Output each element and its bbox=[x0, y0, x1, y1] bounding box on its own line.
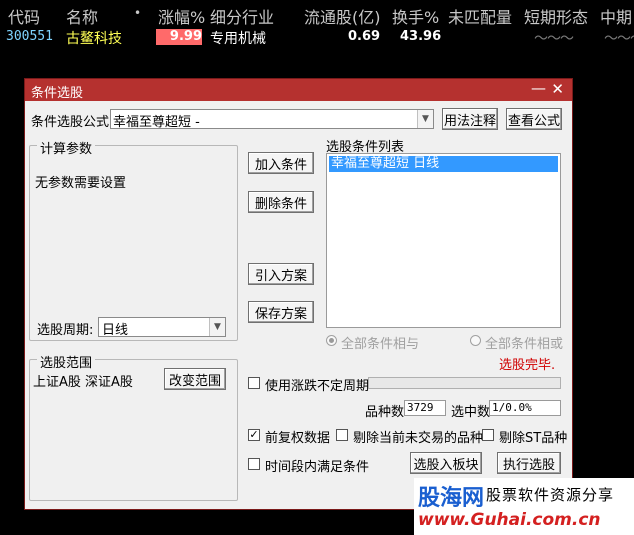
col-unmatched[interactable]: 未匹配量 bbox=[448, 4, 512, 28]
dialog-title-bar[interactable]: 条件选股 — ✕ bbox=[25, 79, 572, 101]
col-dot: • bbox=[134, 6, 142, 20]
add-to-board-button[interactable]: 选股入板块 bbox=[410, 452, 482, 474]
formula-value: 幸福至尊超短 - bbox=[113, 115, 200, 130]
stock-float-shares: 0.69 bbox=[348, 29, 381, 44]
stock-name: 古鳌科技 bbox=[66, 31, 122, 47]
status-text: 选股完毕. bbox=[499, 358, 556, 373]
stock-change: 9.99 bbox=[156, 29, 202, 45]
import-scheme-button[interactable]: 引入方案 bbox=[248, 263, 314, 285]
watermark-url: www.Guhai.com.cn bbox=[418, 510, 601, 530]
radio-all-or-label: 全部条件相或 bbox=[485, 337, 564, 352]
uncertain-period-checkbox[interactable] bbox=[248, 377, 260, 389]
stock-turnover: 43.96 bbox=[400, 29, 442, 44]
exclude-st-checkbox[interactable] bbox=[482, 429, 494, 441]
radio-all-and-label: 全部条件相与 bbox=[341, 337, 420, 352]
col-turnover[interactable]: 换手% bbox=[392, 4, 439, 28]
col-mid[interactable]: 中期 bbox=[600, 4, 632, 28]
formula-label: 条件选股公式 bbox=[31, 115, 110, 130]
view-formula-button[interactable]: 查看公式 bbox=[506, 108, 562, 130]
scope-text: 上证A股 深证A股 bbox=[33, 375, 133, 390]
watermark-logo: 股海网 股票软件资源分享 www.Guhai.com.cn bbox=[414, 478, 634, 535]
save-scheme-button[interactable]: 保存方案 bbox=[248, 301, 314, 323]
usage-notes-button[interactable]: 用法注释 bbox=[442, 108, 498, 130]
execute-screen-button[interactable]: 执行选股 bbox=[497, 452, 561, 474]
radio-all-or[interactable] bbox=[470, 335, 481, 346]
col-float-shares[interactable]: 流通股(亿) bbox=[304, 4, 381, 28]
scope-group-title: 选股范围 bbox=[37, 352, 96, 371]
watermark-brand: 股海网 bbox=[418, 486, 485, 511]
close-icon[interactable]: ✕ bbox=[551, 80, 564, 98]
condition-list[interactable]: 幸福至尊超短 日线 bbox=[326, 153, 561, 328]
col-short-pattern[interactable]: 短期形态 bbox=[524, 4, 588, 28]
formula-combo[interactable]: 幸福至尊超短 - ▼ bbox=[110, 109, 434, 130]
exclude-untraded-label: 剔除当前未交易的品种 bbox=[353, 431, 484, 446]
short-pattern-wave: 〜〜〜 bbox=[534, 31, 574, 47]
delete-condition-button[interactable]: 删除条件 bbox=[248, 191, 314, 213]
chevron-down-icon[interactable]: ▼ bbox=[209, 318, 225, 336]
params-text: 无参数需要设置 bbox=[35, 176, 127, 191]
pre-adjust-label: 前复权数据 bbox=[265, 431, 331, 446]
radio-all-and[interactable] bbox=[326, 335, 337, 346]
exclude-st-label: 剔除ST品种 bbox=[499, 431, 568, 446]
col-industry[interactable]: 细分行业 bbox=[210, 4, 274, 28]
variety-count-label: 品种数 bbox=[365, 405, 405, 420]
mid-pattern-wave: 〜〜〜 bbox=[604, 31, 634, 47]
stock-code: 300551 bbox=[6, 29, 53, 44]
period-combo[interactable]: 日线 ▼ bbox=[98, 317, 226, 338]
col-code[interactable]: 代码 bbox=[8, 4, 40, 28]
exclude-untraded-checkbox[interactable] bbox=[336, 429, 348, 441]
variety-count: 3729 bbox=[404, 400, 446, 416]
add-condition-button[interactable]: 加入条件 bbox=[248, 152, 314, 174]
progress-bar bbox=[368, 377, 561, 389]
uncertain-period-label: 使用涨跌不定周期 bbox=[265, 379, 370, 394]
table-row[interactable]: 300551 古鳌科技 9.99 专用机械 0.69 43.96 〜〜〜 〜〜〜 bbox=[0, 28, 634, 48]
selected-count-label: 选中数 bbox=[451, 405, 491, 420]
col-name[interactable]: 名称 bbox=[66, 4, 98, 28]
period-label: 选股周期: bbox=[37, 323, 94, 338]
change-scope-button[interactable]: 改变范围 bbox=[164, 368, 226, 390]
stock-screener-dialog: 条件选股 — ✕ 条件选股公式 幸福至尊超短 - ▼ 用法注释 查看公式 计算参… bbox=[24, 78, 573, 510]
pre-adjust-checkbox[interactable]: ✓ bbox=[248, 429, 260, 441]
list-item[interactable]: 幸福至尊超短 日线 bbox=[329, 156, 558, 172]
time-range-checkbox[interactable] bbox=[248, 458, 260, 470]
selected-count: 1/0.0% bbox=[489, 400, 561, 416]
stock-table-header: 代码 名称 • 涨幅% 细分行业 流通股(亿) 换手% 未匹配量 短期形态 中期 bbox=[0, 0, 634, 28]
params-group-title: 计算参数 bbox=[37, 138, 96, 157]
minimize-icon[interactable]: — bbox=[531, 79, 546, 97]
time-range-label: 时间段内满足条件 bbox=[265, 460, 370, 475]
watermark-slogan: 股票软件资源分享 bbox=[486, 486, 615, 504]
col-change[interactable]: 涨幅% bbox=[158, 4, 205, 28]
dialog-title: 条件选股 bbox=[31, 86, 84, 101]
period-value: 日线 bbox=[102, 323, 129, 338]
chevron-down-icon[interactable]: ▼ bbox=[417, 110, 433, 128]
stock-industry: 专用机械 bbox=[210, 31, 266, 47]
